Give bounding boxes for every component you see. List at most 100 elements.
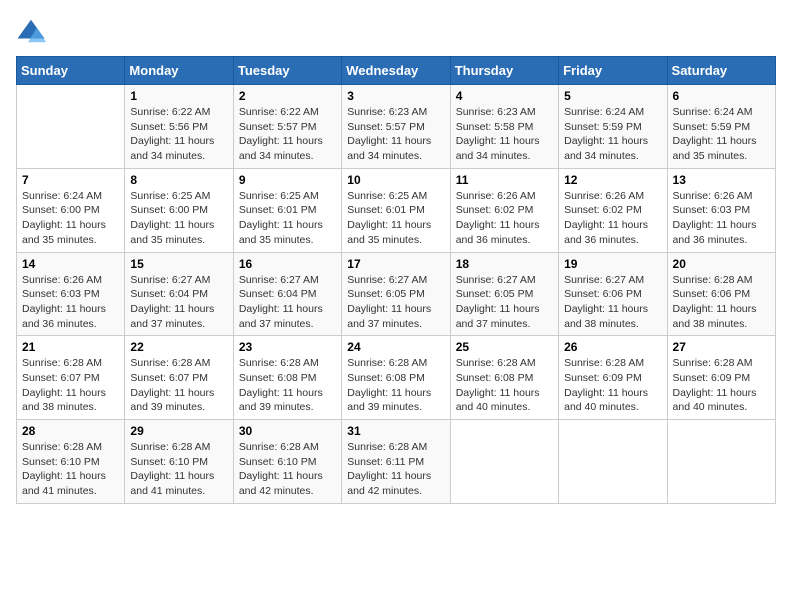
weekday-header-sunday: Sunday xyxy=(17,57,125,85)
day-number: 9 xyxy=(239,173,336,187)
day-number: 1 xyxy=(130,89,227,103)
day-number: 17 xyxy=(347,257,444,271)
day-cell: 8 Sunrise: 6:25 AM Sunset: 6:00 PM Daylig… xyxy=(125,168,233,252)
day-info: Sunrise: 6:28 AM Sunset: 6:08 PM Dayligh… xyxy=(347,356,444,415)
weekday-header-thursday: Thursday xyxy=(450,57,558,85)
day-number: 25 xyxy=(456,340,553,354)
day-number: 2 xyxy=(239,89,336,103)
day-number: 26 xyxy=(564,340,661,354)
day-cell: 21Sunrise: 6:28 AM Sunset: 6:07 PM Dayli… xyxy=(17,336,125,420)
day-info: Sunrise: 6:27 AM Sunset: 6:06 PM Dayligh… xyxy=(564,273,661,332)
day-info: Sunrise: 6:22 AM Sunset: 5:57 PM Dayligh… xyxy=(239,105,336,164)
day-info: Sunrise: 6:28 AM Sunset: 6:08 PM Dayligh… xyxy=(456,356,553,415)
weekday-header-monday: Monday xyxy=(125,57,233,85)
day-info: Sunrise: 6:28 AM Sunset: 6:06 PM Dayligh… xyxy=(673,273,770,332)
day-number: 11 xyxy=(456,173,553,187)
day-info: Sunrise: 6:28 AM Sunset: 6:11 PM Dayligh… xyxy=(347,440,444,499)
day-number: 14 xyxy=(22,257,119,271)
day-cell: 26 Sunrise: 6:28 AM Sunset: 6:09 PM Dayli… xyxy=(559,336,667,420)
logo-icon xyxy=(16,16,46,46)
weekday-header-tuesday: Tuesday xyxy=(233,57,341,85)
day-cell xyxy=(559,420,667,504)
day-info: Sunrise: 6:28 AM Sunset: 6:07 PM Dayligh… xyxy=(130,356,227,415)
day-cell: 19 Sunrise: 6:27 AM Sunset: 6:06 PM Dayli… xyxy=(559,252,667,336)
day-cell: 23 Sunrise: 6:28 AM Sunset: 6:08 PM Dayli… xyxy=(233,336,341,420)
day-cell: 13 Sunrise: 6:26 AM Sunset: 6:03 PM Dayli… xyxy=(667,168,775,252)
day-cell: 15Sunrise: 6:27 AM Sunset: 6:04 PM Dayli… xyxy=(125,252,233,336)
weekday-header-friday: Friday xyxy=(559,57,667,85)
day-number: 12 xyxy=(564,173,661,187)
day-info: Sunrise: 6:26 AM Sunset: 6:03 PM Dayligh… xyxy=(673,189,770,248)
day-number: 6 xyxy=(673,89,770,103)
day-number: 4 xyxy=(456,89,553,103)
day-cell: 9 Sunrise: 6:25 AM Sunset: 6:01 PM Daylig… xyxy=(233,168,341,252)
day-info: Sunrise: 6:26 AM Sunset: 6:02 PM Dayligh… xyxy=(456,189,553,248)
day-number: 18 xyxy=(456,257,553,271)
day-number: 24 xyxy=(347,340,444,354)
day-number: 27 xyxy=(673,340,770,354)
day-info: Sunrise: 6:26 AM Sunset: 6:02 PM Dayligh… xyxy=(564,189,661,248)
day-info: Sunrise: 6:25 AM Sunset: 6:00 PM Dayligh… xyxy=(130,189,227,248)
day-info: Sunrise: 6:27 AM Sunset: 6:05 PM Dayligh… xyxy=(347,273,444,332)
day-info: Sunrise: 6:28 AM Sunset: 6:10 PM Dayligh… xyxy=(130,440,227,499)
day-number: 8 xyxy=(130,173,227,187)
day-number: 23 xyxy=(239,340,336,354)
day-info: Sunrise: 6:24 AM Sunset: 6:00 PM Dayligh… xyxy=(22,189,119,248)
day-cell xyxy=(17,85,125,169)
day-cell xyxy=(450,420,558,504)
day-info: Sunrise: 6:27 AM Sunset: 6:04 PM Dayligh… xyxy=(239,273,336,332)
day-cell xyxy=(667,420,775,504)
day-info: Sunrise: 6:27 AM Sunset: 6:05 PM Dayligh… xyxy=(456,273,553,332)
weekday-header-saturday: Saturday xyxy=(667,57,775,85)
day-cell: 20 Sunrise: 6:28 AM Sunset: 6:06 PM Dayli… xyxy=(667,252,775,336)
day-info: Sunrise: 6:23 AM Sunset: 5:58 PM Dayligh… xyxy=(456,105,553,164)
day-number: 16 xyxy=(239,257,336,271)
day-cell: 14 Sunrise: 6:26 AM Sunset: 6:03 PM Dayli… xyxy=(17,252,125,336)
day-info: Sunrise: 6:28 AM Sunset: 6:07 PM Dayligh… xyxy=(22,356,119,415)
calendar-table: SundayMondayTuesdayWednesdayThursdayFrid… xyxy=(16,56,776,504)
day-number: 13 xyxy=(673,173,770,187)
day-cell: 22Sunrise: 6:28 AM Sunset: 6:07 PM Dayli… xyxy=(125,336,233,420)
day-info: Sunrise: 6:24 AM Sunset: 5:59 PM Dayligh… xyxy=(673,105,770,164)
day-cell: 17 Sunrise: 6:27 AM Sunset: 6:05 PM Dayli… xyxy=(342,252,450,336)
day-cell: 29 Sunrise: 6:28 AM Sunset: 6:10 PM Dayli… xyxy=(125,420,233,504)
day-info: Sunrise: 6:28 AM Sunset: 6:09 PM Dayligh… xyxy=(673,356,770,415)
day-number: 5 xyxy=(564,89,661,103)
day-number: 19 xyxy=(564,257,661,271)
day-info: Sunrise: 6:28 AM Sunset: 6:10 PM Dayligh… xyxy=(239,440,336,499)
day-cell: 3Sunrise: 6:23 AM Sunset: 5:57 PM Daylig… xyxy=(342,85,450,169)
day-cell: 25 Sunrise: 6:28 AM Sunset: 6:08 PM Dayli… xyxy=(450,336,558,420)
day-info: Sunrise: 6:26 AM Sunset: 6:03 PM Dayligh… xyxy=(22,273,119,332)
day-cell: 1 Sunrise: 6:22 AM Sunset: 5:56 PM Daylig… xyxy=(125,85,233,169)
week-row-5: 28 Sunrise: 6:28 AM Sunset: 6:10 PM Dayli… xyxy=(17,420,776,504)
day-info: Sunrise: 6:28 AM Sunset: 6:09 PM Dayligh… xyxy=(564,356,661,415)
day-cell: 7 Sunrise: 6:24 AM Sunset: 6:00 PM Daylig… xyxy=(17,168,125,252)
weekday-header-row: SundayMondayTuesdayWednesdayThursdayFrid… xyxy=(17,57,776,85)
day-cell: 18 Sunrise: 6:27 AM Sunset: 6:05 PM Dayli… xyxy=(450,252,558,336)
week-row-1: 1 Sunrise: 6:22 AM Sunset: 5:56 PM Daylig… xyxy=(17,85,776,169)
day-info: Sunrise: 6:23 AM Sunset: 5:57 PM Dayligh… xyxy=(347,105,444,164)
day-info: Sunrise: 6:25 AM Sunset: 6:01 PM Dayligh… xyxy=(239,189,336,248)
day-cell: 5 Sunrise: 6:24 AM Sunset: 5:59 PM Daylig… xyxy=(559,85,667,169)
day-number: 20 xyxy=(673,257,770,271)
day-number: 15 xyxy=(130,257,227,271)
day-info: Sunrise: 6:22 AM Sunset: 5:56 PM Dayligh… xyxy=(130,105,227,164)
week-row-2: 7 Sunrise: 6:24 AM Sunset: 6:00 PM Daylig… xyxy=(17,168,776,252)
day-info: Sunrise: 6:28 AM Sunset: 6:10 PM Dayligh… xyxy=(22,440,119,499)
day-number: 30 xyxy=(239,424,336,438)
day-cell: 12 Sunrise: 6:26 AM Sunset: 6:02 PM Dayli… xyxy=(559,168,667,252)
day-cell: 27 Sunrise: 6:28 AM Sunset: 6:09 PM Dayli… xyxy=(667,336,775,420)
day-number: 29 xyxy=(130,424,227,438)
day-number: 7 xyxy=(22,173,119,187)
logo xyxy=(16,16,50,46)
weekday-header-wednesday: Wednesday xyxy=(342,57,450,85)
week-row-4: 21Sunrise: 6:28 AM Sunset: 6:07 PM Dayli… xyxy=(17,336,776,420)
day-info: Sunrise: 6:24 AM Sunset: 5:59 PM Dayligh… xyxy=(564,105,661,164)
day-cell: 30 Sunrise: 6:28 AM Sunset: 6:10 PM Dayli… xyxy=(233,420,341,504)
day-cell: 31Sunrise: 6:28 AM Sunset: 6:11 PM Dayli… xyxy=(342,420,450,504)
week-row-3: 14 Sunrise: 6:26 AM Sunset: 6:03 PM Dayli… xyxy=(17,252,776,336)
page-header xyxy=(16,16,776,46)
day-number: 28 xyxy=(22,424,119,438)
day-info: Sunrise: 6:28 AM Sunset: 6:08 PM Dayligh… xyxy=(239,356,336,415)
day-cell: 16 Sunrise: 6:27 AM Sunset: 6:04 PM Dayli… xyxy=(233,252,341,336)
